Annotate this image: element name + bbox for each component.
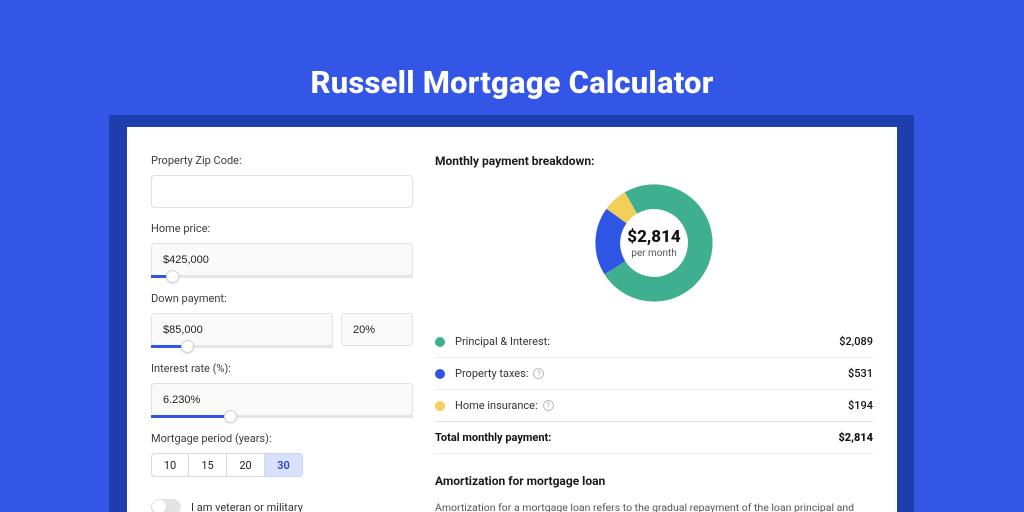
interest-rate-input[interactable]	[151, 383, 413, 416]
slider-thumb[interactable]	[224, 410, 237, 423]
breakdown-pane: Monthly payment breakdown: $2,814 per mo…	[413, 154, 873, 512]
donut-center-sub: per month	[631, 248, 677, 259]
info-icon[interactable]: ?	[533, 368, 544, 379]
legend-value: $531	[848, 367, 873, 380]
legend-swatch	[435, 369, 445, 379]
period-option-20[interactable]: 20	[227, 453, 265, 477]
down-payment-percent-input[interactable]	[341, 313, 413, 346]
legend-label: Property taxes:?	[455, 367, 848, 380]
period-toggle-group: 10152030	[151, 453, 413, 477]
form-pane: Property Zip Code: Home price: Down paym…	[151, 154, 413, 512]
legend-label: Home insurance:?	[455, 399, 848, 412]
legend-total-row: Total monthly payment:$2,814	[435, 421, 873, 453]
legend-value: $2,089	[839, 335, 873, 348]
home-price-label: Home price:	[151, 222, 413, 235]
veteran-toggle[interactable]	[151, 499, 181, 512]
breakdown-legend: Principal & Interest:$2,089Property taxe…	[435, 326, 873, 454]
info-icon[interactable]: ?	[543, 400, 554, 411]
home-price-slider[interactable]	[151, 275, 413, 278]
interest-rate-slider[interactable]	[151, 415, 413, 418]
period-option-30[interactable]: 30	[265, 453, 303, 477]
breakdown-title: Monthly payment breakdown:	[435, 154, 873, 168]
zip-label: Property Zip Code:	[151, 154, 413, 167]
period-option-15[interactable]: 15	[189, 453, 227, 477]
legend-total-value: $2,814	[838, 431, 873, 444]
legend-row: Principal & Interest:$2,089	[435, 326, 873, 357]
legend-row: Home insurance:?$194	[435, 389, 873, 421]
zip-input[interactable]	[151, 175, 413, 208]
donut-center-amount: $2,814	[627, 227, 680, 247]
legend-swatch	[435, 401, 445, 411]
amortization-title: Amortization for mortgage loan	[435, 474, 873, 488]
payment-donut-chart: $2,814 per month	[593, 182, 715, 304]
toggle-knob	[152, 500, 166, 512]
period-label: Mortgage period (years):	[151, 432, 413, 445]
interest-rate-label: Interest rate (%):	[151, 362, 413, 375]
legend-label: Principal & Interest:	[455, 335, 839, 348]
calculator-card: Property Zip Code: Home price: Down paym…	[127, 127, 897, 512]
legend-swatch	[435, 337, 445, 347]
legend-row: Property taxes:?$531	[435, 357, 873, 389]
down-payment-slider[interactable]	[151, 345, 333, 348]
legend-value: $194	[848, 399, 873, 412]
amortization-body: Amortization for a mortgage loan refers …	[435, 500, 873, 512]
legend-total-label: Total monthly payment:	[435, 431, 838, 444]
period-option-10[interactable]: 10	[151, 453, 189, 477]
down-payment-label: Down payment:	[151, 292, 413, 305]
page-title: Russell Mortgage Calculator	[0, 0, 1024, 101]
down-payment-amount-input[interactable]	[151, 313, 333, 346]
amortization-section: Amortization for mortgage loan Amortizat…	[435, 474, 873, 512]
slider-thumb[interactable]	[166, 270, 179, 283]
home-price-input[interactable]	[151, 243, 413, 276]
veteran-label: I am veteran or military	[191, 501, 303, 512]
